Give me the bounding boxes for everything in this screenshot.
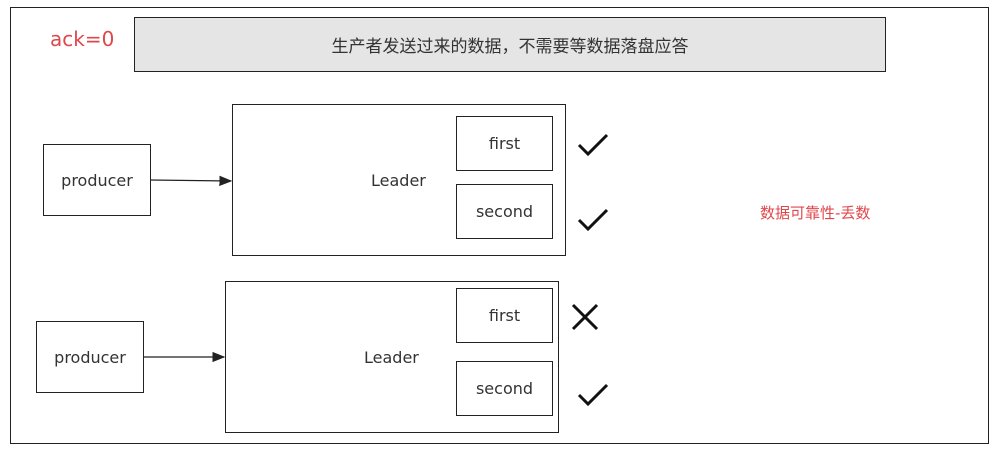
message-box-first-1: first (456, 116, 553, 171)
message-box-first-2: first (456, 288, 553, 343)
check-icon (577, 133, 609, 157)
producer-label: producer (61, 170, 133, 190)
leader-label: Leader (371, 171, 426, 190)
producer-box-1: producer (43, 144, 151, 216)
message-box-second-1: second (456, 184, 553, 239)
producer-box-2: producer (36, 321, 144, 393)
message-label: first (488, 306, 521, 325)
check-icon (577, 383, 609, 407)
producer-label: producer (54, 347, 126, 367)
cross-icon (571, 303, 599, 331)
reliability-note: 数据可靠性-丢数 (760, 204, 871, 222)
message-box-second-2: second (456, 361, 553, 416)
check-icon (577, 208, 609, 232)
message-label: second (475, 202, 534, 221)
message-label: first (488, 134, 521, 153)
leader-label: Leader (364, 348, 419, 367)
arrow-producer-to-leader-1 (149, 175, 233, 187)
message-label: second (475, 379, 534, 398)
